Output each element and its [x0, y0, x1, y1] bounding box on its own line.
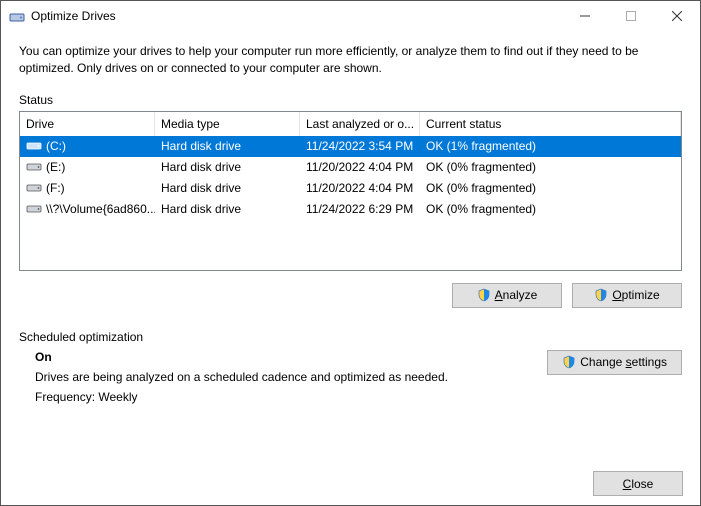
table-row[interactable]: (C:) Hard disk drive11/24/2022 3:54 PMOK …: [20, 136, 681, 157]
table-row[interactable]: (E:) Hard disk drive11/20/2022 4:04 PMOK …: [20, 157, 681, 178]
intro-text: You can optimize your drives to help you…: [19, 43, 682, 77]
schedule-desc: Drives are being analyzed on a scheduled…: [35, 370, 547, 384]
drive-icon: [26, 161, 42, 173]
maximize-button[interactable]: [608, 1, 654, 31]
optimize-button[interactable]: Optimize: [572, 283, 682, 308]
drive-name: \\?\Volume{6ad860...: [46, 202, 155, 216]
cell-last: 11/20/2022 4:04 PM: [300, 160, 420, 174]
col-drive[interactable]: Drive: [20, 112, 155, 136]
cell-last: 11/24/2022 6:29 PM: [300, 202, 420, 216]
change-label: Change settings: [580, 355, 667, 369]
table-row[interactable]: (F:) Hard disk drive11/20/2022 4:04 PMOK …: [20, 178, 681, 199]
shield-icon: [594, 288, 608, 302]
drive-table: Drive Media type Last analyzed or o... C…: [19, 111, 682, 271]
schedule-on: On: [35, 350, 547, 364]
cell-last: 11/20/2022 4:04 PM: [300, 181, 420, 195]
cell-media: Hard disk drive: [155, 160, 300, 174]
cell-status: OK (0% fragmented): [420, 160, 681, 174]
cell-last: 11/24/2022 3:54 PM: [300, 139, 420, 153]
cell-drive: (C:): [20, 139, 155, 153]
optimize-label: Optimize: [612, 288, 659, 302]
window-title: Optimize Drives: [31, 9, 562, 23]
cell-media: Hard disk drive: [155, 139, 300, 153]
cell-status: OK (0% fragmented): [420, 181, 681, 195]
app-icon: [9, 8, 25, 24]
cell-drive: (F:): [20, 181, 155, 195]
cell-media: Hard disk drive: [155, 202, 300, 216]
drive-name: (E:): [46, 160, 65, 174]
col-status[interactable]: Current status: [420, 112, 681, 136]
col-last[interactable]: Last analyzed or o...: [300, 112, 420, 136]
cell-status: OK (0% fragmented): [420, 202, 681, 216]
table-header: Drive Media type Last analyzed or o... C…: [20, 112, 681, 136]
drive-icon: [26, 140, 42, 152]
schedule-label: Scheduled optimization: [19, 330, 682, 344]
table-row[interactable]: \\?\Volume{6ad860...Hard disk drive11/24…: [20, 199, 681, 220]
drive-name: (F:): [46, 181, 65, 195]
shield-icon: [477, 288, 491, 302]
col-media[interactable]: Media type: [155, 112, 300, 136]
shield-icon: [562, 355, 576, 369]
schedule-freq: Frequency: Weekly: [35, 390, 547, 404]
cell-media: Hard disk drive: [155, 181, 300, 195]
drive-name: (C:): [46, 139, 66, 153]
cell-drive: \\?\Volume{6ad860...: [20, 202, 155, 216]
close-button[interactable]: Close: [593, 471, 683, 496]
close-window-button[interactable]: [654, 1, 700, 31]
drive-icon: [26, 203, 42, 215]
change-settings-button[interactable]: Change settings: [547, 350, 682, 375]
drive-icon: [26, 182, 42, 194]
analyze-button[interactable]: Analyze: [452, 283, 562, 308]
cell-status: OK (1% fragmented): [420, 139, 681, 153]
titlebar: Optimize Drives: [1, 1, 700, 31]
close-label: Close: [623, 477, 654, 491]
window-controls: [562, 1, 700, 31]
minimize-button[interactable]: [562, 1, 608, 31]
cell-drive: (E:): [20, 160, 155, 174]
status-label: Status: [19, 93, 682, 107]
analyze-label: Analyze: [495, 288, 538, 302]
